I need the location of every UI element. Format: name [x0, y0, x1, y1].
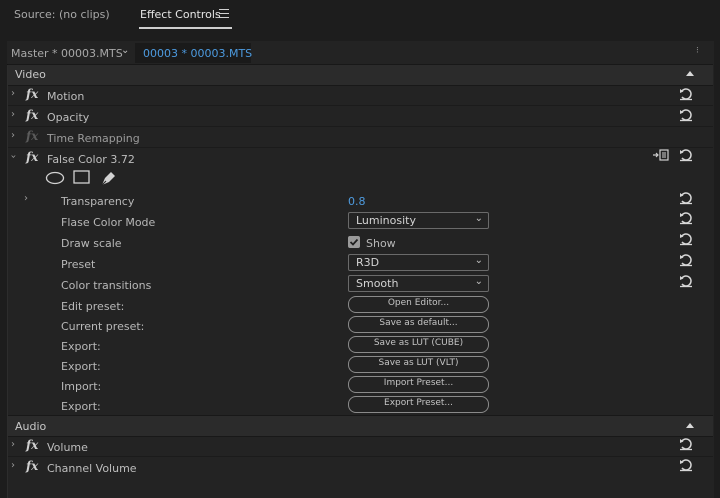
row-divider — [8, 456, 713, 457]
fx-icon[interactable]: fx — [26, 108, 38, 122]
param-color-mode-label: Flase Color Mode — [61, 216, 156, 229]
reset-icon[interactable] — [679, 191, 693, 205]
reset-icon[interactable] — [679, 437, 693, 451]
color-mode-dropdown[interactable]: Luminosity ⌄ — [348, 212, 489, 229]
fx-icon[interactable]: fx — [26, 87, 38, 101]
param-transparency-label: Transparency — [61, 195, 135, 208]
effect-channel-volume-label: Channel Volume — [47, 462, 137, 475]
draw-scale-checkbox[interactable] — [348, 236, 360, 248]
collapse-up-icon[interactable] — [686, 423, 694, 428]
preset-value: R3D — [356, 256, 380, 269]
expand-arrow-icon[interactable]: › — [11, 130, 15, 141]
row-divider — [8, 126, 713, 127]
effect-false-color-label: False Color 3.72 — [47, 153, 135, 166]
param-export-cube-label: Export: — [61, 340, 101, 353]
reset-icon[interactable] — [679, 458, 693, 472]
expand-arrow-icon[interactable]: › — [11, 460, 15, 471]
import-preset-button-label: Import Preset... — [383, 378, 454, 388]
audio-section-header[interactable] — [8, 415, 713, 437]
audio-section-label: Audio — [15, 420, 47, 433]
save-as-default-button-label: Save as default... — [379, 318, 458, 328]
effect-motion-label: Motion — [47, 90, 85, 103]
param-current-preset-label: Current preset: — [61, 320, 145, 333]
row-divider — [8, 105, 713, 106]
effect-volume-label: Volume — [47, 441, 88, 454]
open-editor-button-label: Open Editor... — [387, 298, 450, 308]
chevron-down-icon: ⌄ — [474, 213, 483, 224]
panel-menu-icon[interactable] — [219, 9, 229, 21]
row-divider — [8, 147, 713, 148]
reset-icon[interactable] — [679, 232, 693, 246]
chevron-down-icon[interactable]: ⌄ — [121, 45, 135, 59]
reset-icon[interactable] — [679, 274, 693, 288]
rectangle-mask-icon[interactable] — [73, 170, 91, 185]
color-transitions-dropdown[interactable]: Smooth ⌄ — [348, 275, 489, 292]
expand-arrow-icon[interactable]: › — [11, 88, 15, 99]
import-preset-button[interactable]: Import Preset... — [348, 376, 489, 393]
open-editor-button[interactable]: Open Editor... — [348, 296, 489, 313]
collapse-up-icon[interactable] — [686, 71, 694, 76]
master-clip-label[interactable]: Master * 00003.MTS — [11, 47, 123, 60]
drag-grip-icon[interactable]: ⁝ — [696, 46, 699, 56]
video-section-header[interactable] — [8, 64, 713, 86]
param-color-transitions-label: Color transitions — [61, 279, 152, 292]
save-as-default-button[interactable]: Save as default... — [348, 316, 489, 333]
export-preset-button[interactable]: Export Preset... — [348, 396, 489, 413]
ellipse-mask-icon[interactable] — [45, 171, 65, 185]
reset-icon[interactable] — [679, 148, 693, 162]
param-import-label: Import: — [61, 380, 102, 393]
param-preset-label: Preset — [61, 258, 96, 271]
reset-icon[interactable] — [679, 211, 693, 225]
param-draw-scale-label: Draw scale — [61, 237, 122, 250]
color-transitions-value: Smooth — [356, 277, 399, 290]
reset-icon[interactable] — [679, 87, 693, 101]
collapse-arrow-icon[interactable]: › — [8, 155, 19, 159]
tab-effect-controls[interactable]: Effect Controls — [140, 8, 221, 21]
save-lut-vlt-button[interactable]: Save as LUT (VLT) — [348, 356, 489, 373]
active-tab-underline — [139, 27, 232, 29]
save-lut-vlt-button-label: Save as LUT (VLT) — [378, 358, 459, 368]
tab-source[interactable]: Source: (no clips) — [14, 8, 110, 21]
effect-time-remapping-label: Time Remapping — [47, 132, 140, 145]
param-edit-preset-label: Edit preset: — [61, 300, 125, 313]
save-lut-cube-button[interactable]: Save as LUT (CUBE) — [348, 336, 489, 353]
video-section-label: Video — [15, 68, 46, 81]
reset-icon[interactable] — [679, 253, 693, 267]
param-export-vlt-label: Export: — [61, 360, 101, 373]
effect-opacity-label: Opacity — [47, 111, 90, 124]
fx-icon[interactable]: fx — [26, 438, 38, 452]
expand-arrow-icon[interactable]: › — [11, 439, 15, 450]
save-lut-cube-button-label: Save as LUT (CUBE) — [373, 338, 464, 348]
active-clip-label[interactable]: 00003 * 00003.MTS — [143, 47, 252, 60]
transparency-value[interactable]: 0.8 — [348, 195, 366, 208]
param-export-preset-label: Export: — [61, 400, 101, 413]
reset-icon[interactable] — [679, 108, 693, 122]
chevron-down-icon: ⌄ — [474, 255, 483, 266]
export-preset-button-label: Export Preset... — [384, 398, 453, 408]
pen-mask-icon[interactable] — [100, 169, 118, 187]
chevron-down-icon: ⌄ — [474, 276, 483, 287]
fx-icon[interactable]: fx — [26, 459, 38, 473]
fx-icon: fx — [26, 129, 39, 143]
fx-icon[interactable]: fx — [26, 150, 38, 164]
draw-scale-checkbox-label[interactable]: Show — [366, 237, 396, 250]
preset-dropdown[interactable]: R3D ⌄ — [348, 254, 489, 271]
expand-arrow-icon[interactable]: › — [11, 109, 15, 120]
color-mode-value: Luminosity — [356, 214, 416, 227]
expand-arrow-icon[interactable]: › — [24, 193, 28, 204]
mask-add-icon[interactable] — [653, 149, 669, 161]
